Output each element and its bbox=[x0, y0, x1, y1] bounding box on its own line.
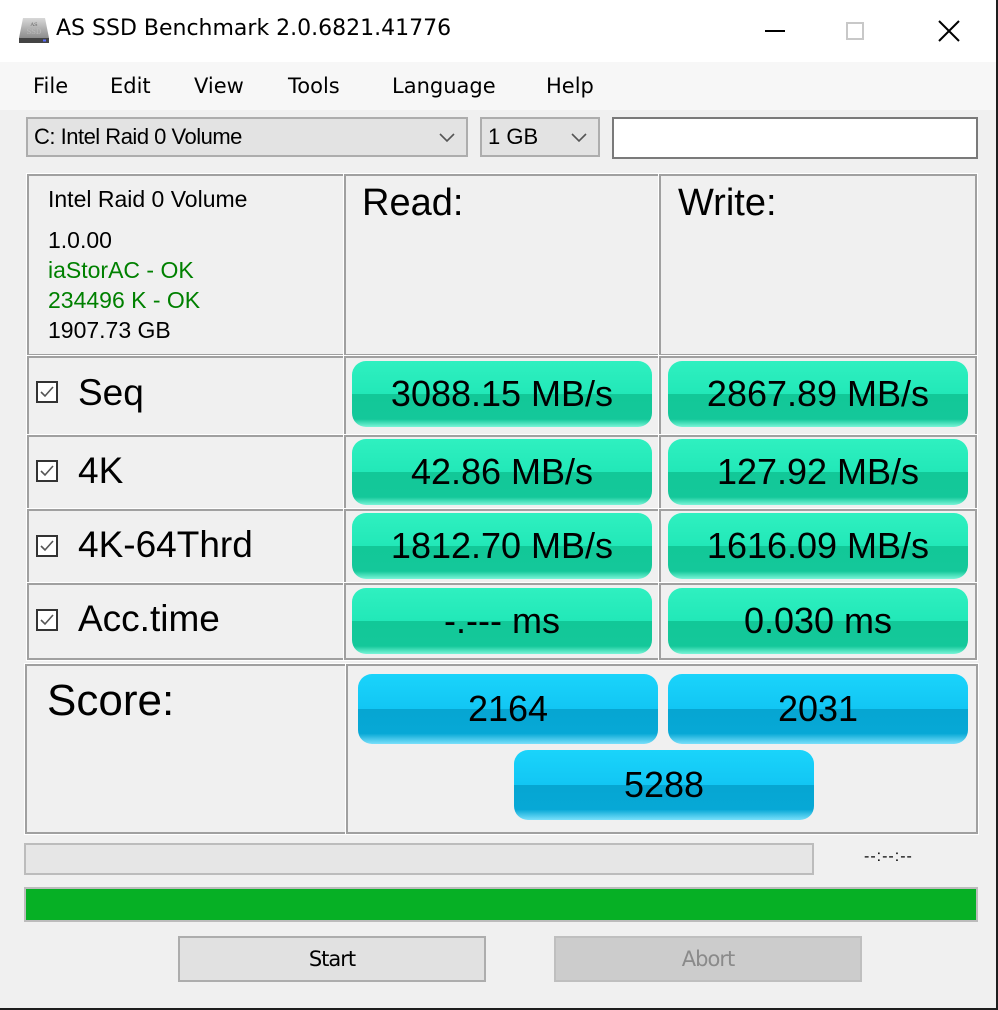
minimize-button[interactable] bbox=[730, 0, 820, 62]
acc-time-write-value: 0.030 ms bbox=[668, 588, 968, 654]
acc-time-label: Acc.time bbox=[78, 598, 220, 639]
test-row-seq bbox=[27, 356, 345, 436]
test-progress-bar bbox=[24, 843, 814, 875]
seq-label: Seq bbox=[78, 372, 144, 413]
name-input[interactable] bbox=[612, 117, 978, 159]
read-score: 2164 bbox=[358, 674, 658, 744]
acc-time-read-value: -.--- ms bbox=[352, 588, 652, 654]
checkmark-icon bbox=[40, 465, 54, 477]
app-window: AS SSD AS SSD Benchmark 2.0.6821.41776 F… bbox=[0, 0, 998, 1008]
4k-64thrd-checkbox[interactable] bbox=[36, 535, 58, 557]
close-button[interactable] bbox=[904, 0, 994, 62]
driver-status: iaStorAC - OK bbox=[48, 257, 194, 283]
maximize-icon bbox=[846, 22, 864, 40]
drive-select[interactable]: C: Intel Raid 0 Volume bbox=[26, 117, 468, 157]
drive-firmware: 1.0.00 bbox=[48, 227, 112, 253]
menu-language[interactable]: Language bbox=[392, 74, 496, 98]
window-title: AS SSD Benchmark 2.0.6821.41776 bbox=[56, 16, 452, 41]
score-label: Score: bbox=[47, 676, 175, 725]
write-score: 2031 bbox=[668, 674, 968, 744]
chevron-down-icon bbox=[439, 133, 455, 143]
checkmark-icon bbox=[40, 614, 54, 626]
size-select[interactable]: 1 GB bbox=[480, 117, 600, 157]
checkmark-icon bbox=[40, 386, 54, 398]
size-select-value: 1 GB bbox=[488, 124, 539, 149]
drive-select-value: C: Intel Raid 0 Volume bbox=[34, 124, 242, 149]
menu-tools[interactable]: Tools bbox=[288, 74, 340, 98]
seq-checkbox[interactable] bbox=[36, 381, 58, 403]
4k-read-value: 42.86 MB/s bbox=[352, 439, 652, 505]
4k-label: 4K bbox=[78, 450, 124, 491]
4k-64thrd-write-value: 1616.09 MB/s bbox=[668, 513, 968, 579]
start-button[interactable]: Start bbox=[178, 936, 486, 982]
test-row-4k bbox=[27, 435, 345, 510]
svg-text:SSD: SSD bbox=[26, 28, 41, 36]
alignment-status: 234496 K - OK bbox=[48, 287, 201, 313]
seq-write-value: 2867.89 MB/s bbox=[668, 361, 968, 427]
menu-edit[interactable]: Edit bbox=[110, 74, 151, 98]
4k-64thrd-label: 4K-64Thrd bbox=[78, 524, 253, 565]
maximize-button[interactable] bbox=[810, 0, 900, 62]
drive-name: Intel Raid 0 Volume bbox=[48, 186, 248, 212]
write-header: Write: bbox=[678, 182, 777, 224]
chevron-down-icon bbox=[571, 133, 587, 143]
overall-progress-fill bbox=[26, 889, 976, 920]
acc-time-checkbox[interactable] bbox=[36, 609, 58, 631]
read-header: Read: bbox=[362, 182, 464, 224]
abort-button[interactable]: Abort bbox=[554, 936, 862, 982]
close-icon bbox=[938, 20, 960, 42]
menu-help[interactable]: Help bbox=[546, 74, 594, 98]
checkmark-icon bbox=[40, 540, 54, 552]
menu-view[interactable]: View bbox=[194, 74, 244, 98]
ssd-drive-icon: AS SSD bbox=[19, 18, 49, 43]
total-score: 5288 bbox=[514, 750, 814, 820]
4k-write-value: 127.92 MB/s bbox=[668, 439, 968, 505]
seq-read-value: 3088.15 MB/s bbox=[352, 361, 652, 427]
title-bar: AS SSD AS SSD Benchmark 2.0.6821.41776 bbox=[0, 0, 996, 62]
menu-file[interactable]: File bbox=[33, 74, 68, 98]
4k-64thrd-read-value: 1812.70 MB/s bbox=[352, 513, 652, 579]
minimize-icon bbox=[765, 30, 785, 32]
overall-progress-bar bbox=[24, 887, 978, 922]
4k-checkbox[interactable] bbox=[36, 460, 58, 482]
drive-capacity: 1907.73 GB bbox=[48, 317, 171, 343]
elapsed-time: --:--:-- bbox=[864, 848, 913, 865]
